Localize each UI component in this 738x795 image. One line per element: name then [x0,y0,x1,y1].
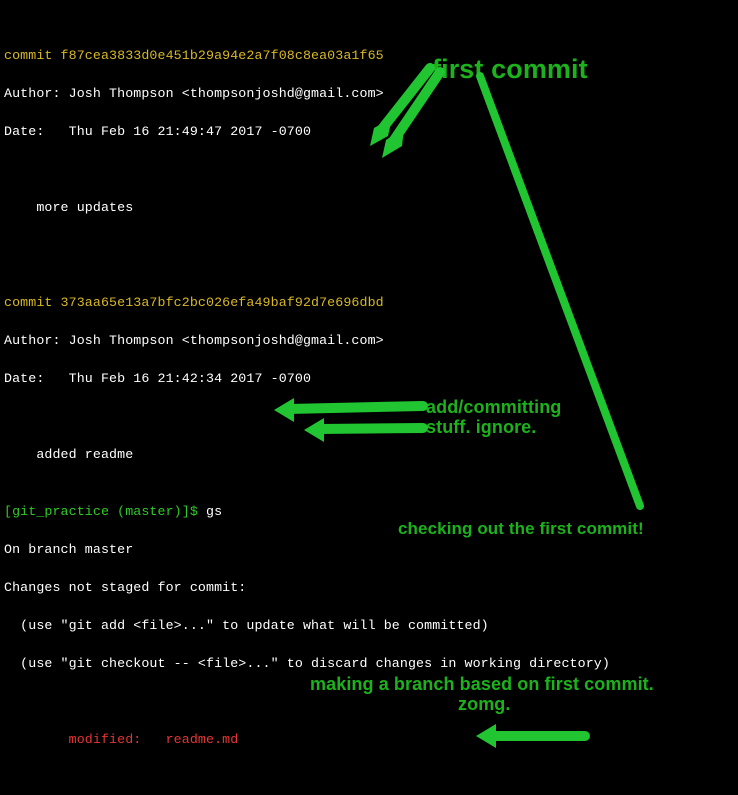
annotation-checking-out: checking out the first commit! [398,520,644,539]
prompt-gs[interactable]: [git_practice (master)]$ gs [4,502,734,521]
commit-author-1: Author: Josh Thompson <thompsonjoshd@gma… [4,84,734,103]
status-l1: On branch master [4,540,734,559]
status-l3: (use "git add <file>..." to update what … [4,616,734,635]
status-l2: Changes not staged for commit: [4,578,734,597]
status-l4: (use "git checkout -- <file>..." to disc… [4,654,734,673]
status-modified: modified: readme.md [4,730,734,749]
prompt: [git_practice (master)]$ [4,504,206,519]
terminal-output: commit f87cea3833d0e451b29a94e2a7f08c8ea… [0,0,738,795]
commit-msg-2: added readme [4,445,734,464]
commit-author-2: Author: Josh Thompson <thompsonjoshd@gma… [4,331,734,350]
commit-date-2: Date: Thu Feb 16 21:42:34 2017 -0700 [4,369,734,388]
commit-header-2: commit 373aa65e13a7bfc2bc026efa49baf92d7… [4,293,734,312]
commit-msg-1: more updates [4,198,734,217]
commit-header-1: commit f87cea3833d0e451b29a94e2a7f08c8ea… [4,46,734,65]
commit-date-1: Date: Thu Feb 16 21:49:47 2017 -0700 [4,122,734,141]
cmd-gs: gs [206,504,222,519]
